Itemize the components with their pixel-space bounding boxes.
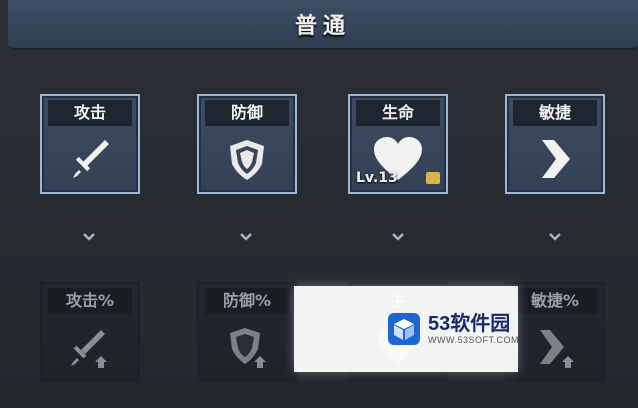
skill-panel: 普通 攻击 防御 生命 Lv.13 敏捷 攻击% 防御% 敏捷% 53软件园 W… <box>0 0 638 408</box>
chevron-down-icon <box>549 233 561 241</box>
skill-card-agility[interactable]: 敏捷 <box>505 94 605 194</box>
skill-card-health[interactable]: 生命 Lv.13 <box>348 94 448 194</box>
chevron-up-icon <box>507 318 603 376</box>
sword-icon <box>42 130 138 188</box>
chevron-down-icon <box>392 233 404 241</box>
chevron-down-icon <box>83 233 95 241</box>
panel-header: 普通 <box>8 0 638 50</box>
chevron-right-icon <box>507 130 603 188</box>
cube-logo-icon <box>386 311 422 347</box>
shield-up-icon <box>199 318 295 376</box>
chevron-down-icon <box>240 233 252 241</box>
watermark-url: WWW.53SOFT.COM <box>428 335 519 345</box>
skill-label: 生命 <box>356 100 440 126</box>
watermark-name: 53软件园 <box>428 313 511 335</box>
skill-card-agility-percent[interactable]: 敏捷% <box>505 282 605 382</box>
skill-label: 敏捷 <box>513 100 597 126</box>
watermark: 53软件园 WWW.53SOFT.COM <box>294 286 519 372</box>
watermark-text: 53软件园 WWW.53SOFT.COM <box>428 313 519 345</box>
skill-label: 攻击 <box>48 100 132 126</box>
level-badge: Lv.13 <box>356 170 398 186</box>
skill-label: 攻击% <box>48 288 132 314</box>
thumbs-up-icon <box>426 172 440 184</box>
skill-label: 防御% <box>205 288 289 314</box>
panel-title: 普通 <box>294 13 351 39</box>
skill-card-defense[interactable]: 防御 <box>197 94 297 194</box>
skill-card-attack-percent[interactable]: 攻击% <box>40 282 140 382</box>
shield-icon <box>199 130 295 188</box>
skill-label: 敏捷% <box>513 288 597 314</box>
sword-up-icon <box>42 318 138 376</box>
skill-card-defense-percent[interactable]: 防御% <box>197 282 297 382</box>
skill-card-attack[interactable]: 攻击 <box>40 94 140 194</box>
skill-label: 防御 <box>205 100 289 126</box>
